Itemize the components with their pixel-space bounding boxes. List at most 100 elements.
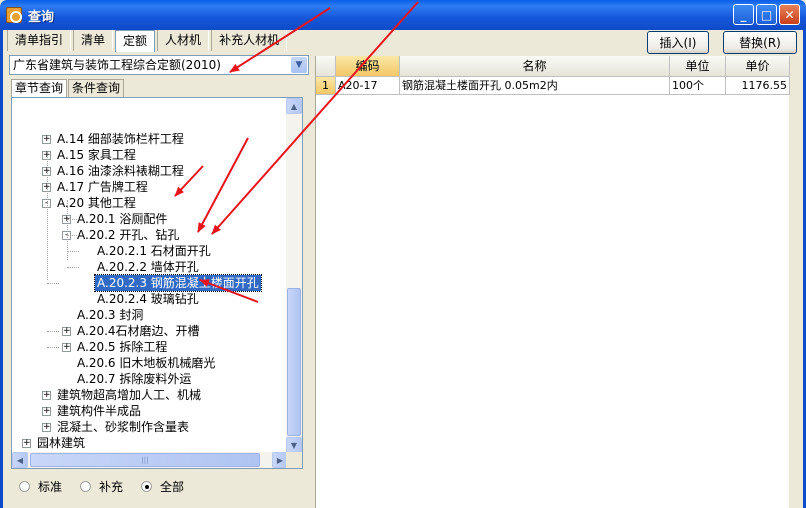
- tree-node[interactable]: + A.17 广告牌工程: [42, 179, 150, 195]
- tree-node[interactable]: A.20.6 旧木地板机械磨光: [75, 355, 217, 371]
- tree-connector-line: [47, 347, 59, 348]
- tree-node[interactable]: + 建筑构件半成品: [42, 403, 143, 419]
- tree-node-label[interactable]: A.14 细部装饰栏杆工程: [55, 131, 186, 147]
- scroll-up-icon[interactable]: ▲: [286, 98, 302, 114]
- vertical-scroll-thumb[interactable]: [287, 288, 301, 436]
- quota-result-grid[interactable]: 编码 名称 单位 单价 1 A20-17 钢筋混凝土楼面开孔 0.05m2内 1…: [315, 56, 790, 508]
- tree-node[interactable]: + A.20.5 拆除工程: [62, 339, 169, 355]
- tree-node-label[interactable]: 建筑构件半成品: [55, 403, 143, 419]
- grid-header-code[interactable]: 编码: [336, 56, 400, 77]
- tree-connector-line: [67, 267, 79, 268]
- expand-icon[interactable]: +: [42, 422, 51, 432]
- tree-node[interactable]: A.20.7 拆除废料外运: [75, 371, 193, 387]
- row-price[interactable]: 1176.55: [726, 77, 790, 95]
- tree-node-label[interactable]: A.20.1 浴厕配件: [75, 211, 169, 227]
- grid-header-price[interactable]: 单价: [726, 56, 790, 77]
- tree-node[interactable]: A.20.3 封洞: [75, 307, 145, 323]
- quota-library-value: 广东省建筑与装饰工程综合定额(2010): [13, 58, 221, 72]
- tree-node[interactable]: A.20.2.1 石材面开孔: [95, 243, 213, 259]
- tree-horizontal-scrollbar[interactable]: ◀ ||| ▶: [12, 452, 288, 468]
- tree-node-label[interactable]: 混凝土、砂浆制作含量表: [55, 419, 191, 435]
- close-button[interactable]: ✕: [779, 4, 800, 25]
- row-name[interactable]: 钢筋混凝土楼面开孔 0.05m2内: [400, 77, 670, 95]
- expand-icon[interactable]: +: [62, 326, 71, 336]
- radio-supplement[interactable]: 补充: [80, 478, 123, 495]
- tree-node[interactable]: + A.14 细部装饰栏杆工程: [42, 131, 186, 147]
- insert-button[interactable]: 插入(I): [647, 31, 709, 54]
- maximize-button[interactable]: □: [756, 4, 777, 25]
- window-title: 查询: [28, 9, 55, 25]
- expand-icon[interactable]: +: [62, 342, 71, 352]
- tree-node-label[interactable]: A.20.2.1 石材面开孔: [95, 243, 213, 259]
- tree-node-label[interactable]: A.20.6 旧木地板机械磨光: [75, 355, 217, 371]
- table-row[interactable]: 1 A20-17 钢筋混凝土楼面开孔 0.05m2内 100个 1176.55: [316, 77, 790, 95]
- tree-node-label[interactable]: A.17 广告牌工程: [55, 179, 150, 195]
- tree-node[interactable]: - A.20 其他工程: [42, 195, 138, 211]
- tree-connector-line: [67, 219, 79, 220]
- tree-node-label[interactable]: A.20.5 拆除工程: [75, 339, 169, 355]
- tab-list[interactable]: 清单: [73, 30, 114, 51]
- tree-node[interactable]: A.20.2.4 玻璃钻孔: [95, 291, 201, 307]
- tree-node[interactable]: + 园林建筑: [22, 435, 87, 451]
- expand-icon[interactable]: +: [22, 438, 31, 448]
- tree-node-label[interactable]: A.20.7 拆除废料外运: [75, 371, 193, 387]
- tab-list-guide[interactable]: 清单指引: [7, 30, 72, 51]
- minimize-button[interactable]: _: [733, 4, 754, 25]
- top-tabs: 清单指引 清单 定额 人材机 补充人材机: [7, 30, 289, 52]
- radio-circle-standard[interactable]: [19, 481, 30, 492]
- tab-condition-query[interactable]: 条件查询: [68, 79, 125, 97]
- tab-chapter-query[interactable]: 章节查询: [11, 79, 68, 98]
- chevron-down-icon[interactable]: ▼: [291, 57, 307, 73]
- chapter-tree[interactable]: + A.14 细部装饰栏杆工程 + A.15 家具工程 + A.16 油漆涂料裱糊工程 + A…: [11, 97, 303, 469]
- quota-library-select[interactable]: 广东省建筑与装饰工程综合定额(2010) ▼: [9, 55, 309, 75]
- tree-node-label[interactable]: A.20.2.4 玻璃钻孔: [95, 291, 201, 307]
- tree-node[interactable]: + A.16 油漆涂料裱糊工程: [42, 163, 186, 179]
- row-unit[interactable]: 100个: [670, 77, 726, 95]
- radio-label: 补充: [99, 480, 124, 494]
- tree-node-label[interactable]: A.15 家具工程: [55, 147, 138, 163]
- radio-circle-all[interactable]: [141, 481, 153, 492]
- tab-supplement-lmm[interactable]: 补充人材机: [211, 30, 288, 51]
- tree-node-label[interactable]: A.20.3 封洞: [75, 307, 145, 323]
- tab-labor-material-machine[interactable]: 人材机: [157, 30, 210, 51]
- radio-circle-supplement[interactable]: [80, 481, 92, 492]
- tree-connector-line: [47, 152, 48, 280]
- row-code[interactable]: A20-17: [336, 77, 400, 95]
- grid-header: 编码 名称 单位 单价: [316, 56, 790, 77]
- window-client: 清单指引 清单 定额 人材机 补充人材机 插入(I) 替换(R) 广东省建筑与装…: [0, 30, 806, 508]
- tree-node-label[interactable]: 园林建筑: [35, 435, 87, 451]
- tree-node-label[interactable]: A.20.4石材磨边、开槽: [75, 323, 202, 339]
- tree-connector-line: [67, 235, 79, 236]
- tree-vertical-scrollbar[interactable]: ▲ ▼: [286, 98, 302, 453]
- tree-node[interactable]: + A.15 家具工程: [42, 147, 138, 163]
- expand-icon[interactable]: +: [42, 390, 51, 400]
- tree-node[interactable]: - A.20.2 开孔、钻孔: [62, 227, 181, 243]
- radio-all[interactable]: 全部: [141, 478, 184, 495]
- grid-header-unit[interactable]: 单位: [670, 56, 726, 77]
- tree-node[interactable]: + 建筑物超高增加人工、机械: [42, 387, 203, 403]
- tree-node-label[interactable]: A.16 油漆涂料裱糊工程: [55, 163, 186, 179]
- tree-node[interactable]: A.20.2.3 钢筋混凝土楼面开孔: [94, 274, 262, 292]
- tree-node[interactable]: + 混凝土、砂浆制作含量表: [42, 419, 191, 435]
- replace-button[interactable]: 替换(R): [723, 31, 797, 54]
- expand-icon[interactable]: +: [42, 134, 51, 144]
- scroll-down-icon[interactable]: ▼: [286, 437, 302, 453]
- title-bar: 查询 _ □ ✕: [0, 0, 806, 30]
- tree-node[interactable]: + A.20.4石材磨边、开槽: [62, 323, 202, 339]
- tree-node-label[interactable]: A.20.2.3 钢筋混凝土楼面开孔: [94, 274, 262, 292]
- horizontal-scroll-thumb[interactable]: |||: [30, 453, 260, 467]
- tree-node-label[interactable]: A.20.2.2 墙体开孔: [95, 259, 201, 275]
- grid-header-index: [316, 56, 336, 77]
- tree-connector-line: [47, 283, 59, 284]
- tree-node-label[interactable]: 建筑物超高增加人工、机械: [55, 387, 203, 403]
- radio-label: 全部: [160, 480, 185, 494]
- filter-radio-group: 标准 补充 全部: [19, 478, 202, 495]
- radio-label: 标准: [38, 480, 63, 494]
- radio-standard[interactable]: 标准: [19, 478, 62, 495]
- scroll-left-icon[interactable]: ◀: [12, 452, 28, 468]
- tab-quota[interactable]: 定额: [115, 30, 156, 52]
- tree-node[interactable]: A.20.2.2 墙体开孔: [95, 259, 201, 275]
- tree-node-label[interactable]: A.20.2 开孔、钻孔: [75, 227, 181, 243]
- grid-header-name[interactable]: 名称: [400, 56, 670, 77]
- expand-icon[interactable]: +: [42, 406, 51, 416]
